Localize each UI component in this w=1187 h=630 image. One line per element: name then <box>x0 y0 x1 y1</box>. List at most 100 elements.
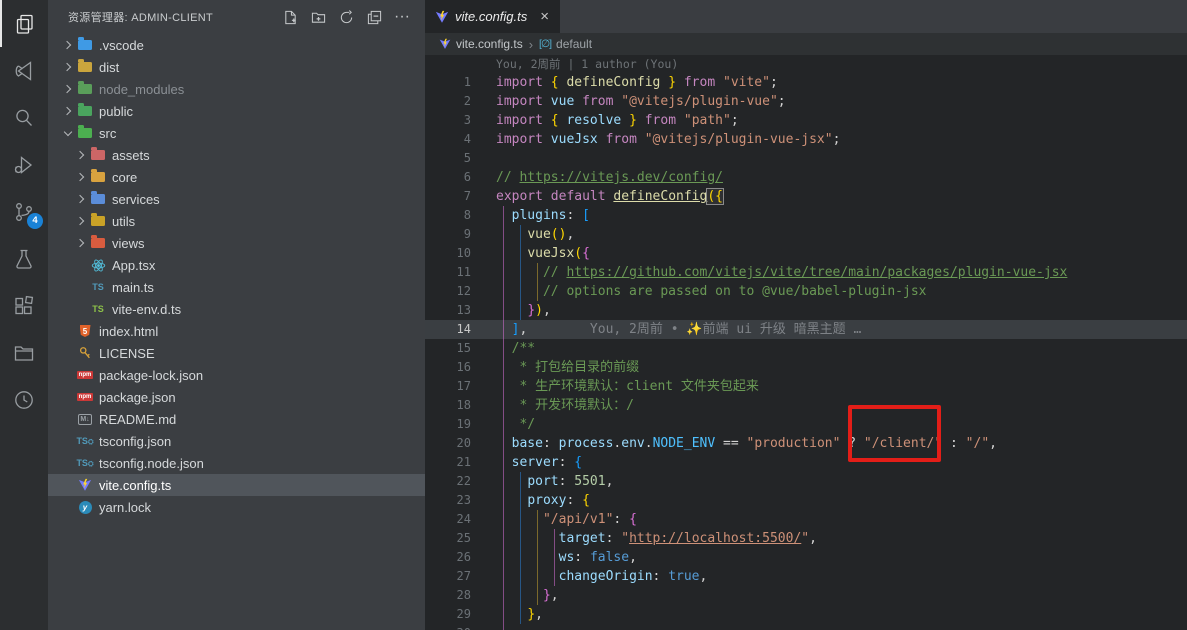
tab-vite-config[interactable]: vite.config.ts × <box>425 0 560 33</box>
chevron-right-icon[interactable] <box>60 81 76 97</box>
code-line-30[interactable]: 30 <box>425 624 1187 630</box>
html-file-icon: 5 <box>76 323 94 339</box>
extensions-icon[interactable] <box>0 282 48 329</box>
code-line-18[interactable]: 18 * 开发环境默认：/ <box>425 396 1187 415</box>
tree-item-label: LICENSE <box>99 346 155 361</box>
code-line-7[interactable]: 7export default defineConfig({ <box>425 187 1187 206</box>
tree-file-readme-md[interactable]: M↓README.md <box>48 408 425 430</box>
new-folder-icon[interactable] <box>309 8 327 26</box>
tree-file-index-html[interactable]: 5index.html <box>48 320 425 342</box>
tree-folder-dist[interactable]: dist <box>48 56 425 78</box>
tree-file-yarn-lock[interactable]: yyarn.lock <box>48 496 425 518</box>
code-line-21[interactable]: 21 server: { <box>425 453 1187 472</box>
code-line-15[interactable]: 15 /** <box>425 339 1187 358</box>
line-number: 19 <box>425 415 496 434</box>
vite-icon <box>435 10 449 24</box>
close-icon[interactable]: × <box>537 8 552 25</box>
code-line-14[interactable]: 14 ], You, 2周前 • ✨前端 ui 升级 暗黑主题 … <box>425 320 1187 339</box>
code-line-6[interactable]: 6// https://vitejs.dev/config/ <box>425 168 1187 187</box>
new-file-icon[interactable] <box>281 8 299 26</box>
core-file-icon <box>89 169 107 185</box>
chevron-right-icon[interactable] <box>60 37 76 53</box>
code-line-1[interactable]: 1import { defineConfig } from "vite"; <box>425 73 1187 92</box>
tree-folder-services[interactable]: services <box>48 188 425 210</box>
code-line-16[interactable]: 16 * 打包给目录的前缀 <box>425 358 1187 377</box>
tree-file-main-ts[interactable]: TSmain.ts <box>48 276 425 298</box>
code-line-27[interactable]: 27 changeOrigin: true, <box>425 567 1187 586</box>
code-line-10[interactable]: 10 vueJsx({ <box>425 244 1187 263</box>
dist-file-icon <box>76 59 94 75</box>
vs-bowtie-icon[interactable] <box>0 47 48 94</box>
code-line-5[interactable]: 5 <box>425 149 1187 168</box>
line-number: 28 <box>425 586 496 605</box>
tree-file-package-lock-json[interactable]: npmpackage-lock.json <box>48 364 425 386</box>
tree-file-license[interactable]: LICENSE <box>48 342 425 364</box>
code-line-3[interactable]: 3import { resolve } from "path"; <box>425 111 1187 130</box>
code-line-11[interactable]: 11 // https://github.com/vitejs/vite/tre… <box>425 263 1187 282</box>
chevron-right-icon[interactable] <box>73 169 89 185</box>
code-line-29[interactable]: 29 }, <box>425 605 1187 624</box>
code-line-26[interactable]: 26 ws: false, <box>425 548 1187 567</box>
tree-file-package-json[interactable]: npmpackage.json <box>48 386 425 408</box>
more-actions-icon[interactable]: ··· <box>393 8 411 26</box>
tree-folder--vscode[interactable]: .vscode <box>48 34 425 56</box>
code-area[interactable]: You, 2周前 | 1 author (You) 1import { defi… <box>425 55 1187 630</box>
tree-file-vite-env-d-ts[interactable]: TSvite-env.d.ts <box>48 298 425 320</box>
chevron-right-icon[interactable] <box>73 213 89 229</box>
code-line-9[interactable]: 9 vue(), <box>425 225 1187 244</box>
run-debug-icon[interactable] <box>0 141 48 188</box>
utils-file-icon <box>89 213 107 229</box>
line-content: import vueJsx from "@vitejs/plugin-vue-j… <box>496 130 1187 149</box>
tree-folder-core[interactable]: core <box>48 166 425 188</box>
explorer-icon[interactable] <box>0 0 48 47</box>
line-number: 26 <box>425 548 496 567</box>
gitlens-icon[interactable] <box>0 376 48 423</box>
tree-folder-public[interactable]: public <box>48 100 425 122</box>
code-line-20[interactable]: 20 base: process.env.NODE_ENV == "produc… <box>425 434 1187 453</box>
refresh-icon[interactable] <box>337 8 355 26</box>
collapse-all-icon[interactable] <box>365 8 383 26</box>
tree-item-label: package.json <box>99 390 176 405</box>
chevron-down-icon[interactable] <box>60 125 76 141</box>
code-line-19[interactable]: 19 */ <box>425 415 1187 434</box>
code-line-13[interactable]: 13 }), <box>425 301 1187 320</box>
code-line-28[interactable]: 28 }, <box>425 586 1187 605</box>
tree-folder-assets[interactable]: assets <box>48 144 425 166</box>
search-icon[interactable] <box>0 94 48 141</box>
test-flask-icon[interactable] <box>0 235 48 282</box>
code-line-23[interactable]: 23 proxy: { <box>425 491 1187 510</box>
tree-folder-views[interactable]: views <box>48 232 425 254</box>
code-line-25[interactable]: 25 target: "http://localhost:5500/", <box>425 529 1187 548</box>
public-file-icon <box>76 103 94 119</box>
tree-folder-src[interactable]: src <box>48 122 425 144</box>
tree-file-app-tsx[interactable]: App.tsx <box>48 254 425 276</box>
source-control-icon[interactable]: 4 <box>0 188 48 235</box>
line-content: // options are passed on to @vue/babel-p… <box>496 282 1187 301</box>
chevron-right-icon[interactable] <box>73 147 89 163</box>
code-line-8[interactable]: 8 plugins: [ <box>425 206 1187 225</box>
chevron-right-icon[interactable] <box>60 59 76 75</box>
code-line-2[interactable]: 2import vue from "@vitejs/plugin-vue"; <box>425 92 1187 111</box>
code-line-17[interactable]: 17 * 生产环境默认：client 文件夹包起来 <box>425 377 1187 396</box>
tree-folder-utils[interactable]: utils <box>48 210 425 232</box>
folder-icon[interactable] <box>0 329 48 376</box>
license-file-icon <box>76 345 94 361</box>
chevron-right-icon[interactable] <box>73 235 89 251</box>
code-line-22[interactable]: 22 port: 5501, <box>425 472 1187 491</box>
yarn-file-icon: y <box>76 499 94 515</box>
breadcrumb-file[interactable]: vite.config.ts <box>456 37 523 51</box>
indent-guide <box>554 529 555 586</box>
tree-folder-node-modules[interactable]: node_modules <box>48 78 425 100</box>
chevron-right-icon[interactable] <box>60 103 76 119</box>
chevron-right-icon[interactable] <box>73 191 89 207</box>
tree-file-tsconfig-json[interactable]: TS⛭tsconfig.json <box>48 430 425 452</box>
tree-file-tsconfig-node-json[interactable]: TS⛭tsconfig.node.json <box>48 452 425 474</box>
code-line-12[interactable]: 12 // options are passed on to @vue/babe… <box>425 282 1187 301</box>
markdown-file-icon: M↓ <box>76 411 94 427</box>
code-line-4[interactable]: 4import vueJsx from "@vitejs/plugin-vue-… <box>425 130 1187 149</box>
code-line-24[interactable]: 24 "/api/v1": { <box>425 510 1187 529</box>
tree-item-label: dist <box>99 60 119 75</box>
gitlens-codelens[interactable]: You, 2周前 | 1 author (You) <box>425 55 1187 73</box>
breadcrumb-symbol[interactable]: default <box>556 37 592 51</box>
tree-file-vite-config-ts[interactable]: vite.config.ts <box>48 474 425 496</box>
